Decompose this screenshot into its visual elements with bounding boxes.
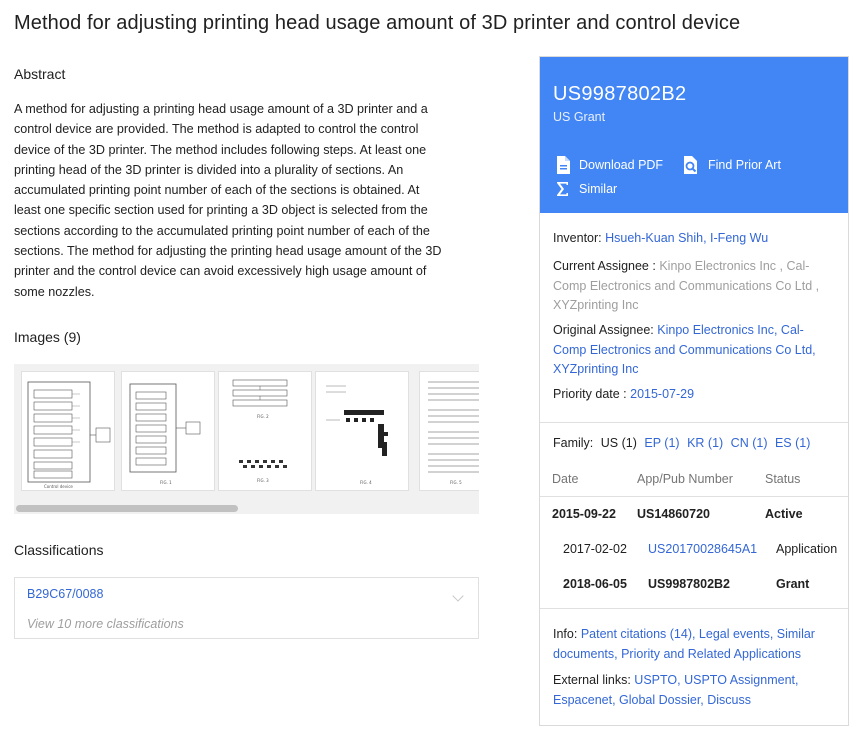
info-field: Info: Patent citations (14), Legal event… [553, 625, 838, 664]
image-thumbnail-2[interactable]: FIG. 1 [121, 371, 215, 491]
find-prior-art-button[interactable]: Find Prior Art [682, 155, 781, 175]
external-links-field: External links: USPTO, USPTO Assignment,… [553, 671, 838, 710]
priority-date-link[interactable]: 2015-07-29 [630, 387, 694, 401]
family-link-kr[interactable]: KR (1) [687, 436, 723, 450]
download-pdf-button[interactable]: Download PDF [555, 155, 663, 175]
external-links[interactable]: Espacenet, Global Dossier, Discuss [553, 691, 838, 711]
row-status: Active [765, 507, 803, 521]
classifications-heading: Classifications [14, 542, 104, 558]
row-date: 2018-06-05 [563, 577, 627, 591]
family-link-ep[interactable]: EP (1) [644, 436, 679, 450]
classification-code-link[interactable]: B29C67/0088 [27, 587, 103, 601]
figure-caption: FIG. 2 [257, 414, 269, 419]
row-number-link[interactable]: US20170028645A1 [648, 542, 757, 556]
original-assignee-link[interactable]: XYZprinting Inc [553, 360, 838, 380]
family-link-cn[interactable]: CN (1) [731, 436, 768, 450]
row-number: US9987802B2 [648, 577, 731, 591]
image-thumbnail-4[interactable]: FIG. 4 [315, 371, 409, 491]
family-us: US (1) [600, 436, 637, 450]
publication-number: US9987802B2 [553, 83, 687, 105]
inventor-links[interactable]: Hsueh-Kuan Shih, I-Feng Wu [605, 231, 768, 245]
original-assignee-label: Original Assignee: [553, 323, 654, 337]
patent-figure-image: Control device [27, 381, 111, 489]
priority-date-field: Priority date : 2015-07-29 [553, 385, 838, 405]
document-search-icon [684, 156, 697, 174]
figure-caption: FIG. 1 [160, 480, 172, 485]
abstract-heading: Abstract [14, 66, 66, 82]
similar-label: Similar [579, 182, 618, 196]
inventor-field: Inventor: Hsueh-Kuan Shih, I-Feng Wu [553, 229, 838, 249]
row-status: Grant [776, 577, 810, 591]
abstract-line: accumulated printing point number of eac… [14, 183, 420, 198]
figure-caption: FIG. 4 [360, 480, 372, 485]
abstract-line: sections. The method for adjusting the p… [14, 244, 442, 259]
table-header-date: Date [552, 472, 579, 486]
row-date: 2017-02-02 [563, 542, 627, 556]
patent-figure-image: FIG. 1 [129, 383, 201, 485]
current-assignee-field: Current Assignee : Kinpo Electronics Inc… [553, 257, 838, 316]
family-link-es[interactable]: ES (1) [775, 436, 810, 450]
abstract-line: sections according to the accumulated pr… [14, 223, 430, 238]
image-thumbnail-5[interactable]: FIG. 5 [419, 371, 479, 491]
inventor-label: Inventor: [553, 231, 602, 245]
sidebar-header: US9987802B2 US Grant Download PDF Find P… [540, 57, 848, 213]
priority-date-label: Priority date : [553, 387, 627, 401]
figure-caption: FIG. 3 [257, 478, 269, 483]
patent-figure-image: FIG. 2 FIG. 3 [232, 379, 288, 483]
patent-figure-image: FIG. 5 [428, 381, 479, 485]
abstract-line: printing head of the 3D printer is divid… [14, 162, 404, 177]
page-title: Method for adjusting printing head usage… [14, 12, 741, 34]
external-links-label: External links: [553, 673, 631, 687]
sigma-icon [557, 182, 568, 196]
current-assignee-value: XYZprinting Inc [553, 298, 639, 312]
table-header-number: App/Pub Number [637, 472, 733, 486]
classifications-box: B29C67/0088 View 10 more classifications [14, 577, 479, 639]
chevron-down-icon[interactable] [452, 590, 464, 602]
similar-button[interactable]: Similar [555, 180, 617, 198]
family-row: Family: US (1) EP (1) KR (1) CN (1) ES (… [553, 436, 814, 450]
abstract-line: control device are provided. The method … [14, 122, 419, 137]
current-assignee-value: Kinpo Electronics Inc , Cal- [659, 259, 810, 273]
document-icon [557, 156, 570, 174]
images-heading: Images (9) [14, 329, 81, 345]
divider [540, 496, 848, 497]
download-pdf-label: Download PDF [579, 158, 664, 172]
figure-caption: Control device [44, 484, 73, 489]
divider [540, 422, 848, 423]
gallery-scrollbar[interactable] [14, 502, 479, 514]
image-gallery[interactable]: Control device FIG. 1 FIG. 2 FIG. 3 FIG.… [14, 364, 479, 514]
current-assignee-label: Current Assignee : [553, 259, 656, 273]
row-number: US14860720 [637, 507, 710, 521]
row-date: 2015-09-22 [552, 507, 616, 521]
find-prior-art-label: Find Prior Art [708, 158, 781, 172]
family-label: Family: [553, 436, 594, 450]
original-assignee-link[interactable]: Kinpo Electronics Inc, Cal- [657, 323, 804, 337]
more-classifications-link[interactable]: View 10 more classifications [27, 617, 184, 631]
info-links[interactable]: Patent citations (14), Legal events, Sim… [581, 627, 815, 641]
abstract-line: some nozzles. [14, 284, 95, 299]
image-thumbnail-1[interactable]: Control device [21, 371, 115, 491]
gallery-scrollbar-thumb[interactable] [16, 505, 238, 512]
patent-figure-image: FIG. 4 [326, 385, 388, 485]
image-thumbnail-3[interactable]: FIG. 2 FIG. 3 [218, 371, 312, 491]
divider [540, 608, 848, 609]
figure-caption: FIG. 5 [450, 480, 462, 485]
publication-kind: US Grant [553, 110, 606, 124]
table-header-status: Status [765, 472, 801, 486]
info-links[interactable]: documents, Priority and Related Applicat… [553, 645, 838, 665]
abstract-line: device of the 3D printer. The method inc… [14, 142, 427, 157]
row-status: Application [776, 542, 838, 556]
abstract-line: least one specific section used for prin… [14, 203, 428, 218]
patent-sidebar: US9987802B2 US Grant Download PDF Find P… [539, 56, 849, 726]
current-assignee-value: Comp Electronics and Communications Co L… [553, 278, 820, 293]
info-label: Info: [553, 627, 578, 641]
original-assignee-link[interactable]: Comp Electronics and Communications Co L… [553, 341, 838, 361]
abstract-line: printer and the control device can avoid… [14, 264, 427, 279]
abstract-line: A method for adjusting a printing head u… [14, 102, 428, 116]
original-assignee-field: Original Assignee: Kinpo Electronics Inc… [553, 321, 838, 380]
abstract-text: A method for adjusting a printing head u… [14, 99, 466, 302]
external-links[interactable]: USPTO, USPTO Assignment, [634, 673, 798, 687]
